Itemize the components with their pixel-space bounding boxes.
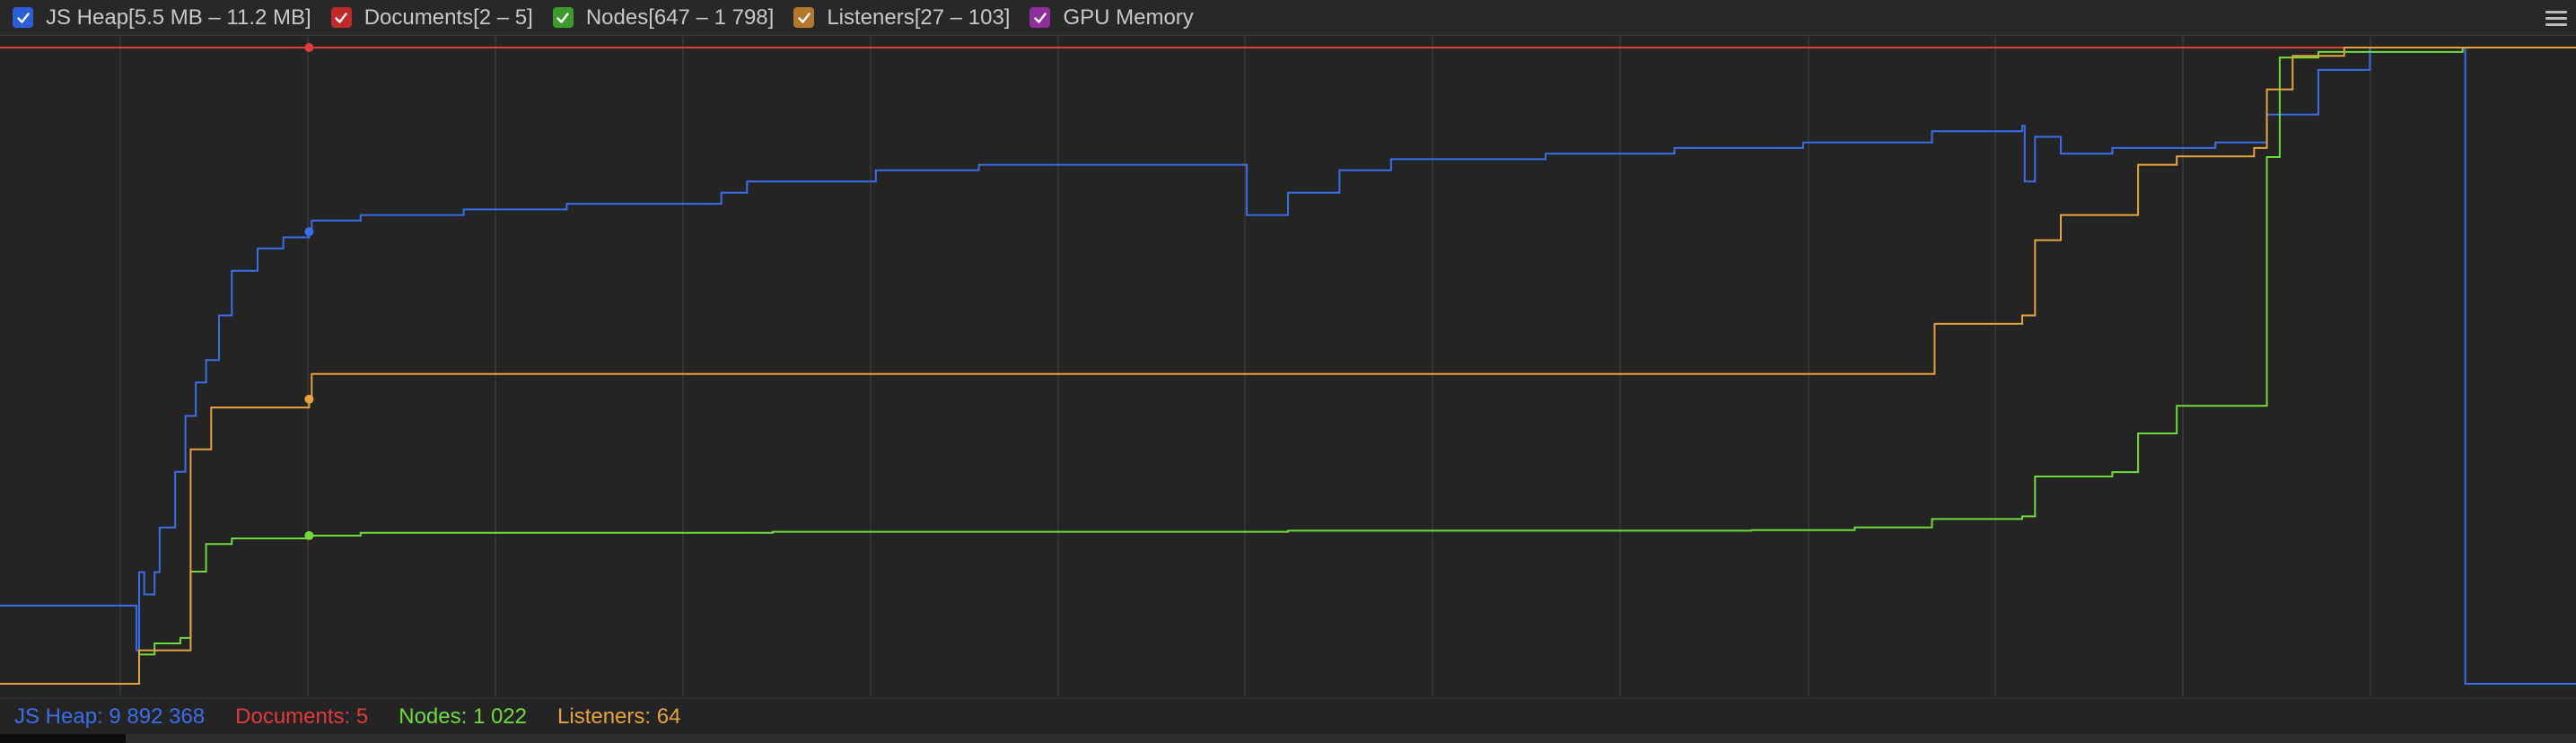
checkmark-icon [16,12,30,23]
nodes-checkbox[interactable] [552,7,574,28]
menu-bar-line [2545,10,2567,13]
memory-panel: JS Heap[5.5 MB – 11.2 MB] Documents[2 – … [0,0,2576,743]
js-heap-series-line [0,47,2576,685]
hamburger-menu-icon[interactable] [2545,7,2567,29]
scrollbar-thumb[interactable] [0,734,126,743]
nodes-counter: Nodes: 1 022 [399,704,528,729]
memory-chart[interactable] [0,37,2576,696]
listeners-series-line [0,47,2576,685]
legend-label-js-heap: JS Heap[5.5 MB – 11.2 MB] [46,4,311,30]
js-heap-marker-dot [304,227,314,237]
js-heap-counter: JS Heap: 9 892 368 [14,704,206,729]
checkmark-icon [798,12,810,23]
time-markers [304,43,314,540]
listeners-marker-dot [304,394,314,404]
checkmark-icon [335,12,347,23]
legend-item-listeners[interactable]: Listeners[27 – 103] [793,0,1010,36]
checkmark-icon [1034,12,1047,23]
nodes-series-line [0,47,2576,685]
legend-item-documents[interactable]: Documents[2 – 5] [330,0,533,36]
documents-counter: Documents: 5 [235,704,369,729]
legend-label-listeners: Listeners[27 – 103] [827,4,1011,30]
legend-label-nodes: Nodes[647 – 1 798] [585,4,775,30]
documents-marker-dot [304,43,314,52]
counter-status-bar: JS Heap: 9 892 368 Documents: 5 Nodes: 1… [0,698,2576,734]
documents-checkbox[interactable] [330,7,352,28]
series-lines [0,47,2576,685]
menu-bar-line [2545,22,2567,26]
listeners-checkbox[interactable] [793,7,815,28]
gpu-memory-checkbox[interactable] [1030,7,1051,28]
menu-bar-line [2545,16,2567,20]
legend-item-gpu-memory[interactable]: GPU Memory [1030,0,1194,36]
memory-chart-svg [0,37,2576,696]
timeline-scrollbar[interactable] [0,734,2576,743]
legend-item-js-heap[interactable]: JS Heap[5.5 MB – 11.2 MB] [13,0,311,36]
nodes-marker-dot [304,530,314,540]
legend-toolbar: JS Heap[5.5 MB – 11.2 MB] Documents[2 – … [0,0,2576,36]
legend-label-documents: Documents[2 – 5] [364,4,533,30]
js-heap-checkbox[interactable] [13,7,33,28]
legend-label-gpu-memory: GPU Memory [1063,4,1194,30]
legend-item-nodes[interactable]: Nodes[647 – 1 798] [552,0,775,36]
grid-lines [119,37,2371,696]
listeners-counter: Listeners: 64 [557,704,681,729]
checkmark-icon [556,12,570,23]
